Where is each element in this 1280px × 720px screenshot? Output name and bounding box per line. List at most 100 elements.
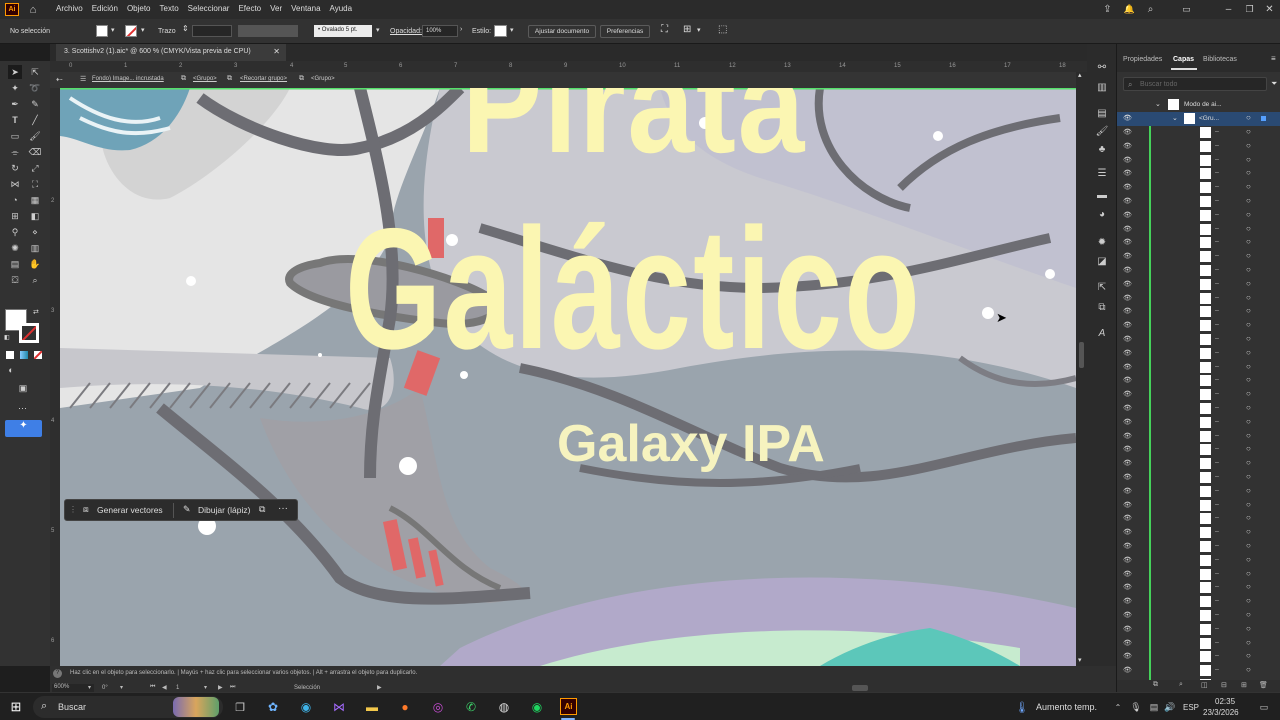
sublayer-row[interactable]: 👁 – ○ <box>1117 581 1280 595</box>
visibility-eye-icon[interactable]: 👁 <box>1123 376 1132 384</box>
type-tool-icon[interactable]: T <box>8 113 22 127</box>
sublayer-row[interactable]: 👁 – ○ <box>1117 623 1280 637</box>
libraries-panel-icon[interactable]: ▥ <box>1095 80 1109 94</box>
target-icon[interactable]: ○ <box>1246 513 1251 522</box>
panel-menu-icon[interactable]: ≡ <box>1271 54 1276 63</box>
visibility-eye-icon[interactable]: 👁 <box>1123 542 1132 550</box>
visibility-eye-icon[interactable]: 👁 <box>1123 445 1132 453</box>
chrome-icon[interactable]: ◎ <box>430 699 446 715</box>
mesh-tool-icon[interactable]: ⊞ <box>8 209 22 223</box>
more-options-icon[interactable]: ··· <box>278 503 288 514</box>
menu-objeto[interactable]: Objeto <box>127 4 151 13</box>
sublayer-row[interactable]: 👁 – ○ <box>1117 568 1280 582</box>
menu-ventana[interactable]: Ventana <box>291 4 320 13</box>
sublayer-row[interactable]: 👁 – ○ <box>1117 305 1280 319</box>
rotate-tool-icon[interactable]: ↻ <box>8 161 22 175</box>
width-tool-icon[interactable]: ⋈ <box>8 177 22 191</box>
drag-handle-icon[interactable]: ⋮ <box>69 505 77 514</box>
draw-mode-icon[interactable]: ◐ <box>4 363 18 377</box>
graphic-styles-icon[interactable]: ◪ <box>1095 254 1109 268</box>
color-panel-icon[interactable]: ✹ <box>1095 235 1109 249</box>
zoom-tool-icon[interactable]: ⌕ <box>28 273 42 287</box>
swap-colors-icon[interactable]: ⇄ <box>33 308 39 316</box>
stroke-panel-icon[interactable]: ☰ <box>1095 166 1109 180</box>
style-swatch[interactable] <box>494 25 507 37</box>
default-colors-icon[interactable]: ◧ <box>4 334 10 341</box>
workspace-icon[interactable]: ▭ <box>1180 3 1193 16</box>
visibility-eye-icon[interactable]: 👁 <box>1123 528 1132 536</box>
eraser-icon[interactable]: ⌫ <box>28 145 42 159</box>
close-window-icon[interactable]: ✕ <box>1263 3 1276 16</box>
new-sublayer-icon[interactable]: ⊟ <box>1221 681 1227 689</box>
visibility-eye-icon[interactable]: 👁 <box>1123 666 1132 674</box>
target-icon[interactable]: ○ <box>1246 141 1251 150</box>
visibility-eye-icon[interactable]: 👁 <box>1123 211 1132 219</box>
search-icon[interactable]: ⌕ <box>1144 3 1157 16</box>
type-panel-icon[interactable]: A <box>1095 326 1109 340</box>
scroll-down-icon[interactable]: ▾ <box>1078 656 1082 664</box>
gradient-tool-icon[interactable]: ◧ <box>28 209 42 223</box>
menu-ayuda[interactable]: Ayuda <box>330 4 353 13</box>
target-icon[interactable]: ○ <box>1246 334 1251 343</box>
target-icon[interactable]: ○ <box>1246 651 1251 660</box>
target-icon[interactable]: ○ <box>1246 569 1251 578</box>
curvature-tool-icon[interactable]: ✎ <box>28 97 42 111</box>
target-icon[interactable]: ○ <box>1246 306 1251 315</box>
stroke-color-swatch[interactable] <box>19 323 39 343</box>
sublayer-row[interactable]: 👁 – ○ <box>1117 388 1280 402</box>
layer-group-name[interactable]: <Gru... <box>1199 115 1219 122</box>
rotation-value[interactable]: 0° <box>102 685 108 691</box>
menu-seleccionar[interactable]: Seleccionar <box>188 4 230 13</box>
visibility-eye-icon[interactable]: 👁 <box>1123 597 1132 605</box>
rotation-dropdown-icon[interactable]: ▾ <box>120 684 123 691</box>
weather-text[interactable]: Aumento temp. <box>1036 702 1097 712</box>
target-icon[interactable]: ○ <box>1246 113 1251 122</box>
target-icon[interactable]: ○ <box>1246 265 1251 274</box>
visibility-eye-icon[interactable]: 👁 <box>1123 335 1132 343</box>
microphone-icon[interactable]: 🎙 <box>1130 700 1142 714</box>
help-icon[interactable]: ? <box>53 669 62 678</box>
target-icon[interactable]: ○ <box>1246 458 1251 467</box>
subtitle[interactable]: Galaxy IPA <box>557 418 825 470</box>
target-icon[interactable]: ○ <box>1246 665 1251 674</box>
menu-ver[interactable]: Ver <box>270 4 282 13</box>
isolate-icon[interactable]: ⬚ <box>718 24 727 35</box>
visibility-eye-icon[interactable]: 👁 <box>1123 349 1132 357</box>
sublayer-row[interactable]: 👁 – ○ <box>1117 209 1280 223</box>
target-icon[interactable]: ○ <box>1246 403 1251 412</box>
sublayer-row[interactable]: 👁 – ○ <box>1117 457 1280 471</box>
shaper-tool-icon[interactable]: ⌯ <box>8 145 22 159</box>
visibility-eye-icon[interactable]: 👁 <box>1123 459 1132 467</box>
sublayer-row[interactable]: 👁 – ○ <box>1117 250 1280 264</box>
transform-icon[interactable]: ⛶ <box>661 24 668 35</box>
scroll-thumb[interactable] <box>1079 342 1084 368</box>
eyedropper-icon[interactable]: ⚲ <box>8 225 22 239</box>
zoom-dropdown-icon[interactable]: ▾ <box>88 684 91 691</box>
pen-tool-icon[interactable]: ✒ <box>8 97 22 111</box>
target-icon[interactable]: ○ <box>1246 582 1251 591</box>
visibility-eye-icon[interactable]: 👁 <box>1123 514 1132 522</box>
gradient-panel-icon[interactable]: ▬ <box>1095 188 1109 202</box>
sublayer-row[interactable]: 👁 – ○ <box>1117 374 1280 388</box>
more-tools-icon[interactable]: ··· <box>18 403 27 413</box>
transparency-panel-icon[interactable]: ◕ <box>1095 207 1109 221</box>
target-icon[interactable]: ○ <box>1246 168 1251 177</box>
selection-tool-icon[interactable]: ➤ <box>8 65 22 79</box>
back-arrow-icon[interactable]: ⇠ <box>56 75 63 84</box>
visibility-eye-icon[interactable]: 👁 <box>1123 266 1132 274</box>
sublayer-row[interactable]: 👁 – ○ <box>1117 333 1280 347</box>
menu-texto[interactable]: Texto <box>160 4 179 13</box>
tab-propiedades[interactable]: Propiedades <box>1123 56 1162 63</box>
stroke-swatch[interactable] <box>125 25 137 37</box>
expand-icon[interactable]: ⌄ <box>1155 100 1161 108</box>
target-icon[interactable]: ○ <box>1246 555 1251 564</box>
target-icon[interactable]: ○ <box>1246 375 1251 384</box>
visibility-eye-icon[interactable]: 👁 <box>1123 652 1132 660</box>
export-panel-icon[interactable]: ⇱ <box>1095 280 1109 294</box>
target-icon[interactable]: ○ <box>1246 431 1251 440</box>
opacity-label[interactable]: Opacidad: <box>390 28 422 35</box>
sublayer-row[interactable]: 👁 – ○ <box>1117 347 1280 361</box>
visibility-eye-icon[interactable]: 👁 <box>1123 487 1132 495</box>
target-icon[interactable]: ○ <box>1246 251 1251 260</box>
breadcrumb-layer[interactable]: Fondo) Image... incrustada <box>92 76 164 82</box>
